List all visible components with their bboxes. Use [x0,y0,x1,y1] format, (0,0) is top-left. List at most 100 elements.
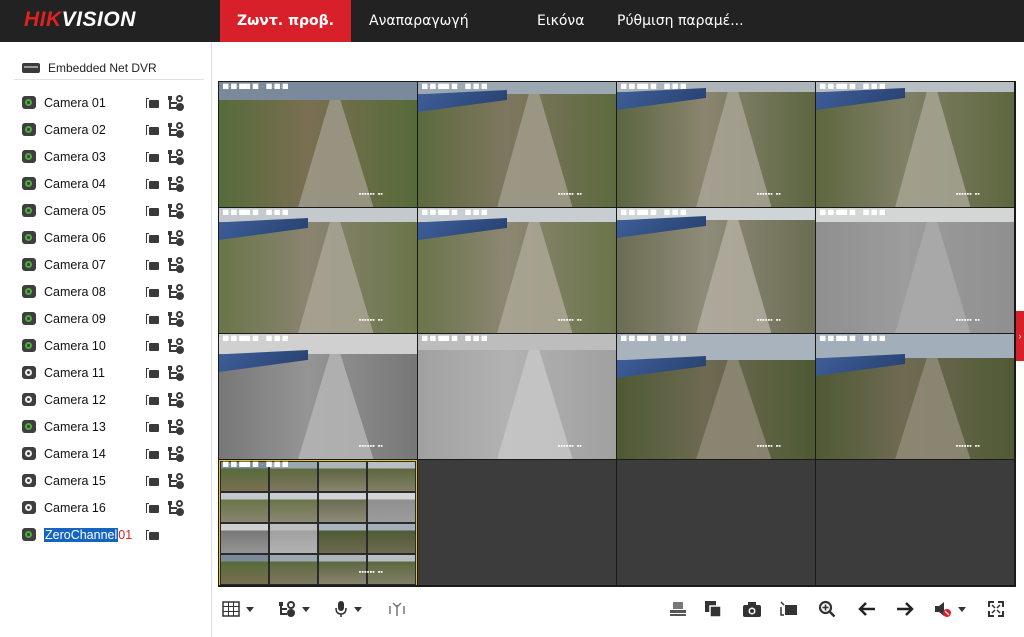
record-icon[interactable] [146,314,159,324]
device-node[interactable]: Embedded Net DVR [22,58,157,78]
empty-view-tile[interactable] [617,460,815,585]
ptz-icon[interactable] [168,446,184,462]
camera-view-tile[interactable]: ██-██-████ ██ · ██:██:██ ▪▪▪▪▪▪ ▪▪ [816,334,1014,459]
camera-item[interactable]: Camera 13 [22,413,207,440]
stop-all-button[interactable] [668,598,688,620]
camera-view-tile[interactable]: ██-██-████ ██ · ██:██:██ ▪▪▪▪▪▪ ▪▪ [418,82,616,207]
microphone-icon [335,601,347,617]
camera-sidebar: Embedded Net DVR Camera 01 Camera 02 Camer… [0,42,212,637]
empty-view-tile[interactable] [418,460,616,585]
camera-icon [22,204,36,217]
camera-item[interactable]: Camera 05 [22,197,207,224]
tab-picture[interactable]: Εικόνα [503,0,584,42]
camera-item[interactable]: Camera 07 [22,251,207,278]
camera-item[interactable]: Camera 11 [22,359,207,386]
camera-label: Camera 12 [44,392,106,407]
tab-configuration[interactable]: Ρύθμιση παραμέ... [583,0,762,42]
camera-item[interactable]: Camera 14 [22,440,207,467]
camera-label: Camera 01 [44,95,106,110]
record-icon[interactable] [146,152,159,162]
camera-label: Camera 07 [44,257,106,272]
record-button[interactable] [780,598,798,620]
ptz-icon[interactable] [168,176,184,192]
chevron-down-icon [354,606,362,612]
camera-label: Camera 16 [44,500,106,515]
ptz-icon[interactable] [168,473,184,489]
capture-all-button[interactable] [704,598,722,620]
layout-select-button[interactable] [222,598,254,620]
camera-item[interactable]: Camera 16 [22,494,207,521]
camera-item[interactable]: Camera 03 [22,143,207,170]
tab-playback[interactable]: Αναπαραγωγή [351,0,503,42]
camera-item[interactable]: Camera 02 [22,116,207,143]
record-icon[interactable] [146,341,159,351]
record-icon[interactable] [146,125,159,135]
record-icon[interactable] [146,503,159,513]
camera-view-tile[interactable]: ██-██-████ ██ · ██:██:██ ▪▪▪▪▪▪ ▪▪ [816,82,1014,207]
ptz-icon[interactable] [168,419,184,435]
camera-view-tile[interactable]: ██-██-████ ██ · ██:██:██ ▪▪▪▪▪▪ ▪▪ [617,334,815,459]
empty-view-tile[interactable] [816,460,1014,585]
zero-channel-item[interactable]: ZeroChannel 01 [22,521,207,548]
camera-label: Camera 08 [44,284,106,299]
record-icon[interactable] [146,422,159,432]
ptz-icon[interactable] [168,338,184,354]
tab-live-view[interactable]: Ζωντ. προβ. [220,0,351,42]
stream-type-button[interactable] [278,598,310,620]
previous-page-icon [858,602,875,616]
camera-item[interactable]: Camera 12 [22,386,207,413]
previous-page-button[interactable] [858,598,876,620]
camera-view-tile[interactable]: ██-██-████ ██ · ██:██:██ ▪▪▪▪▪▪ ▪▪ [617,208,815,333]
volume-icon [935,602,951,617]
ptz-icon[interactable] [168,500,184,516]
ptz-icon[interactable] [168,203,184,219]
record-icon[interactable] [146,287,159,297]
record-icon[interactable] [146,476,159,486]
ptz-icon[interactable] [168,365,184,381]
camera-view-tile[interactable]: ██-██-████ ██ · ██:██:██ ▪▪▪▪▪▪ ▪▪ [617,82,815,207]
ptz-icon[interactable] [168,257,184,273]
ptz-icon[interactable] [168,122,184,138]
camera-view-tile[interactable]: ██-██-████ ██ · ██:██:██ ▪▪▪▪▪▪ ▪▪ [219,208,417,333]
snapshot-button[interactable] [742,598,762,620]
zoom-in-icon [818,600,836,618]
record-icon[interactable] [146,233,159,243]
fullscreen-button[interactable] [988,598,1004,620]
camera-item[interactable]: Camera 15 [22,467,207,494]
ptz-icon[interactable] [168,392,184,408]
record-icon[interactable] [146,368,159,378]
record-icon[interactable] [146,260,159,270]
camera-item[interactable]: Camera 01 [22,89,207,116]
alarm-output-button[interactable] [388,598,406,620]
camera-item[interactable]: Camera 08 [22,278,207,305]
camera-view-tile[interactable]: ██-██-████ ██ · ██:██:██ ▪▪▪▪▪▪ ▪▪ [219,82,417,207]
camera-view-tile[interactable]: ██-██-████ ██ · ██:██:██ ▪▪▪▪▪▪ ▪▪ [219,334,417,459]
digital-zoom-button[interactable] [818,598,836,620]
camera-item[interactable]: Camera 10 [22,332,207,359]
record-icon[interactable] [146,98,159,108]
record-icon[interactable] [146,395,159,405]
camera-view-tile[interactable]: ██-██-████ ██ · ██:██:██ ▪▪▪▪▪▪ ▪▪ [816,208,1014,333]
camera-icon [22,339,36,352]
camera-label: Camera 02 [44,122,106,137]
camera-view-tile[interactable]: ██-██-████ ██ · ██:██:██ ▪▪▪▪▪▪ ▪▪ [418,208,616,333]
record-icon[interactable] [146,530,159,540]
ptz-icon[interactable] [168,311,184,327]
ptz-icon[interactable] [168,149,184,165]
camera-item[interactable]: Camera 04 [22,170,207,197]
camera-item[interactable]: Camera 09 [22,305,207,332]
ptz-icon[interactable] [168,284,184,300]
zero-channel-view-tile[interactable]: ██-██-████ ██ · ██:██:██ ▪▪▪▪▪▪ ▪▪ [219,460,417,585]
record-icon[interactable] [146,206,159,216]
record-icon[interactable] [146,179,159,189]
next-page-button[interactable] [896,598,914,620]
ptz-icon[interactable] [168,95,184,111]
ptz-icon[interactable] [168,230,184,246]
record-icon[interactable] [146,449,159,459]
camera-item[interactable]: Camera 06 [22,224,207,251]
camera-icon [22,123,36,136]
collapse-panel-tab[interactable]: › [1016,311,1024,361]
camera-view-tile[interactable]: ██-██-████ ██ · ██:██:██ ▪▪▪▪▪▪ ▪▪ [418,334,616,459]
volume-button[interactable] [934,598,966,620]
microphone-button[interactable] [334,598,362,620]
